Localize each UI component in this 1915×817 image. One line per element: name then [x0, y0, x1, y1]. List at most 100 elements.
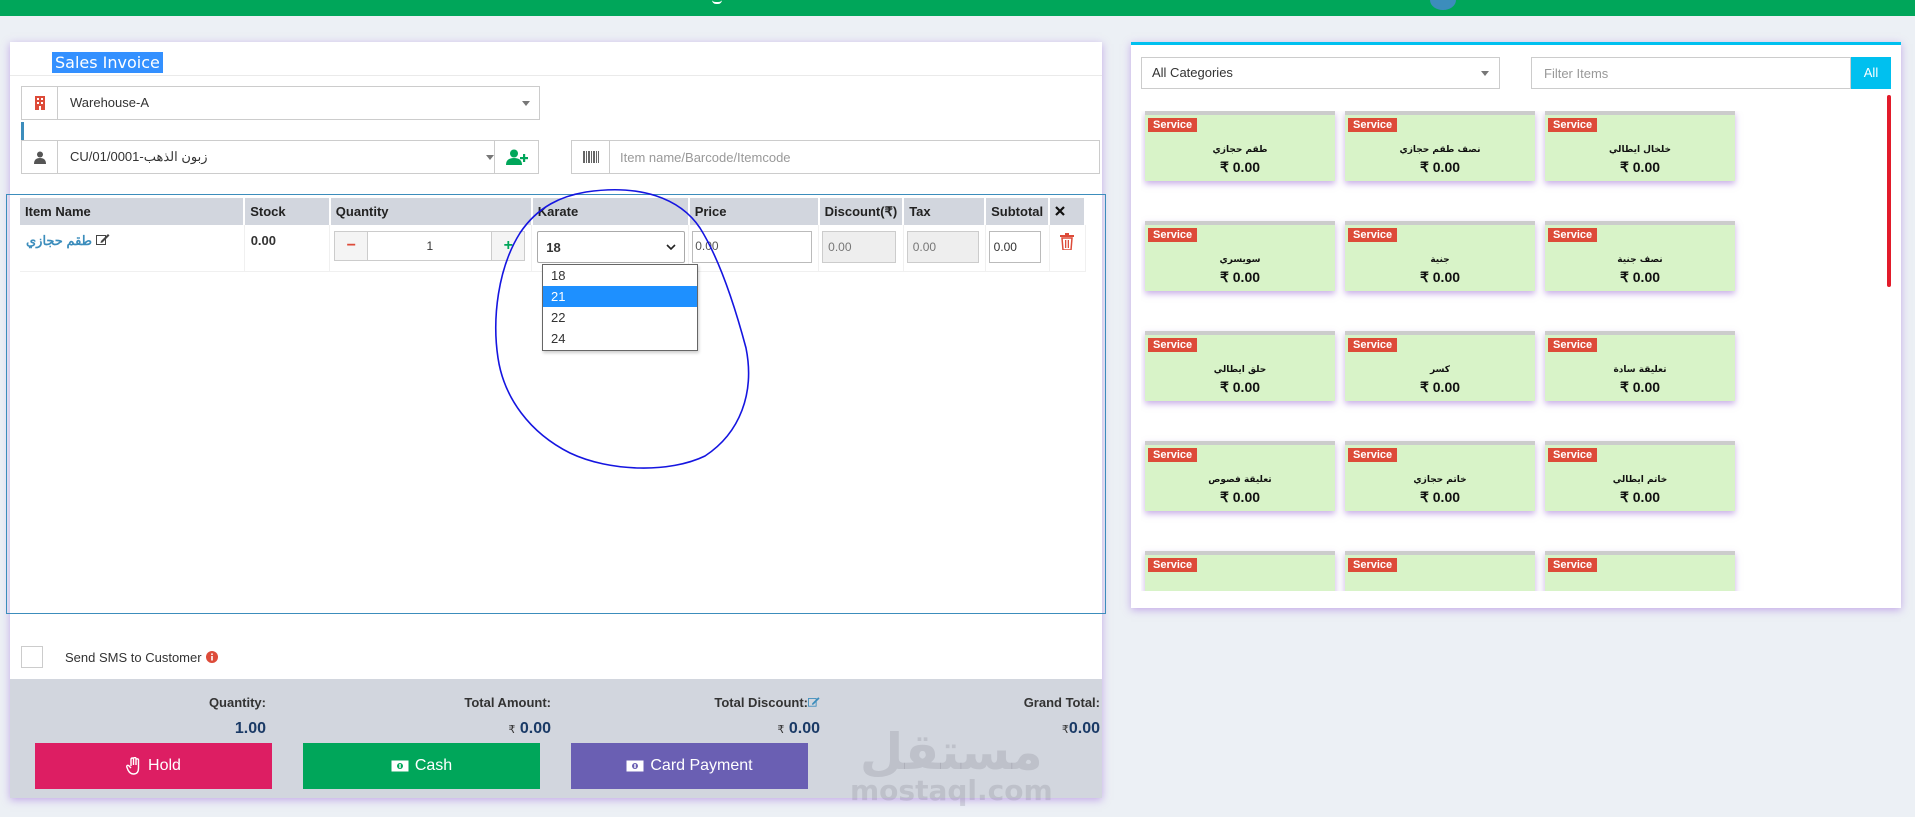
karate-option[interactable]: 24	[543, 328, 697, 349]
top-navbar	[0, 0, 1915, 16]
product-card[interactable]: Service نصف طقم حجازي ₹ 0.00	[1345, 111, 1535, 181]
service-badge: Service	[1148, 448, 1198, 462]
clear-all-button[interactable]	[1049, 198, 1086, 225]
product-name: تعليقة سادة	[1613, 365, 1667, 375]
chevron-down-icon	[1481, 71, 1489, 76]
edit-discount-icon[interactable]	[808, 696, 820, 707]
customer-select[interactable]: CU/01/0001-زبون الذهب	[21, 140, 495, 174]
stock-value: 0.00	[244, 225, 331, 272]
sms-label: Send SMS to Customer	[65, 649, 202, 665]
product-card[interactable]: Service جنية ₹ 0.00	[1345, 221, 1535, 291]
quantity-increase-button[interactable]: +	[492, 232, 525, 260]
grand-total-number: 0.00	[1068, 720, 1100, 737]
chevron-down-icon	[666, 244, 676, 250]
cash-button[interactable]: Cash	[303, 743, 540, 789]
product-price: ₹ 0.00	[1619, 489, 1661, 505]
watermark: مستقل mostaql.com	[850, 727, 1053, 805]
card-payment-button[interactable]: Card Payment	[571, 743, 808, 789]
product-card[interactable]: Service تعليقة سادة ₹ 0.00	[1545, 331, 1735, 401]
category-select[interactable]: All Categories	[1141, 57, 1500, 89]
quantity-stepper[interactable]: − 1 +	[334, 231, 526, 261]
focus-indicator	[21, 122, 24, 140]
filter-items-input[interactable]	[1532, 59, 1832, 87]
tax-input: 0.00	[906, 231, 979, 263]
product-name: سويسري	[1219, 255, 1261, 265]
currency-symbol: ₹	[777, 724, 785, 736]
product-card[interactable]: Service	[1345, 551, 1535, 591]
product-price: ₹ 0.00	[1419, 379, 1461, 395]
filter-items-field[interactable]	[1531, 57, 1851, 89]
quantity-input[interactable]: 1	[367, 232, 493, 260]
product-card[interactable]: Service	[1145, 551, 1335, 591]
sms-checkbox[interactable]	[21, 646, 43, 668]
product-grid: Service طقم حجازي ₹ 0.00 Service نصف طقم حج…	[1141, 111, 1881, 591]
warehouse-value: Warehouse-A	[70, 95, 149, 110]
currency-symbol: ₹	[508, 724, 516, 736]
product-card[interactable]: Service خلخال ايطالي ₹ 0.00	[1545, 111, 1735, 181]
all-button[interactable]: All	[1851, 57, 1891, 89]
quantity-cell: − 1 +	[329, 225, 533, 272]
service-badge: Service	[1548, 558, 1598, 572]
scrollbar[interactable]	[1887, 95, 1891, 287]
col-tax: Tax	[903, 198, 987, 225]
grand-total-value: ₹0.00	[960, 720, 1100, 738]
product-name: نصف طقم حجازي	[1399, 145, 1481, 155]
col-quantity: Quantity	[329, 198, 533, 225]
currency-symbol: ₹	[1061, 724, 1069, 736]
service-badge: Service	[1348, 558, 1398, 572]
service-badge: Service	[1348, 338, 1398, 352]
karate-select[interactable]: 18	[537, 231, 686, 263]
product-card[interactable]: Service حلق ايطالي ₹ 0.00	[1145, 331, 1335, 401]
product-card[interactable]: Service طقم حجازي ₹ 0.00	[1145, 111, 1335, 181]
edit-icon[interactable]	[95, 233, 110, 245]
money-icon	[391, 760, 409, 772]
quantity-decrease-button[interactable]: −	[335, 232, 368, 260]
add-customer-button[interactable]	[495, 140, 539, 174]
product-name: كسر	[1430, 365, 1450, 375]
category-value: All Categories	[1152, 65, 1233, 80]
chevron-down-icon	[522, 101, 530, 106]
product-name: خاتم حجازي	[1413, 475, 1467, 485]
hand-icon	[126, 757, 140, 775]
service-badge: Service	[1348, 448, 1398, 462]
price-input[interactable]: 0.00	[692, 231, 813, 263]
service-badge: Service	[1548, 448, 1598, 462]
product-price: ₹ 0.00	[1219, 489, 1261, 505]
karate-option[interactable]: 22	[543, 307, 697, 328]
grand-total-label: Grand Total:	[1023, 695, 1100, 710]
product-name: حلق ايطالي	[1213, 365, 1267, 375]
warehouse-select[interactable]: Warehouse-A	[21, 86, 540, 120]
product-name: جنية	[1430, 255, 1450, 265]
product-card[interactable]: Service كسر ₹ 0.00	[1345, 331, 1535, 401]
col-karate: Karate	[531, 198, 690, 225]
product-card[interactable]: Service	[1545, 551, 1735, 591]
product-card[interactable]: Service خاتم ايطالي ₹ 0.00	[1545, 441, 1735, 511]
total-discount-label: Total Discount:	[714, 695, 808, 710]
product-card[interactable]: Service خاتم حجازي ₹ 0.00	[1345, 441, 1535, 511]
quantity-label: Quantity:	[208, 695, 266, 710]
product-name: تعليقة فصوص	[1208, 475, 1272, 485]
karate-dropdown-list[interactable]: 18 21 22 24	[542, 264, 698, 351]
trash-icon[interactable]	[1060, 233, 1075, 251]
col-stock: Stock	[244, 198, 331, 225]
summary-total-amount: Total Amount: ₹ 0.00	[390, 695, 551, 738]
karate-option[interactable]: 18	[543, 265, 697, 286]
item-search[interactable]	[571, 140, 1100, 174]
subtotal-input[interactable]: 0.00	[988, 231, 1041, 263]
item-search-input[interactable]	[620, 147, 1080, 167]
info-icon[interactable]	[205, 651, 218, 663]
item-name-link[interactable]: طقم حجازي	[20, 233, 92, 248]
col-discount: Discount(₹)	[818, 198, 905, 225]
items-table: Item Name Stock Quantity Karate Price Di…	[20, 198, 1086, 272]
delete-cell	[1049, 225, 1086, 272]
product-name: خلخال ايطالي	[1608, 145, 1672, 155]
user-avatar[interactable]	[1430, 0, 1456, 10]
col-price: Price	[688, 198, 820, 225]
user-icon	[22, 141, 58, 173]
product-card[interactable]: Service نصف جنية ₹ 0.00	[1545, 221, 1735, 291]
product-card[interactable]: Service سويسري ₹ 0.00	[1145, 221, 1335, 291]
karate-option-highlighted[interactable]: 21	[543, 286, 697, 307]
product-card[interactable]: Service تعليقة فصوص ₹ 0.00	[1145, 441, 1335, 511]
hold-button[interactable]: Hold	[35, 743, 272, 789]
products-panel: All Categories All Service طقم حجازي ₹ 0.0…	[1131, 42, 1901, 608]
